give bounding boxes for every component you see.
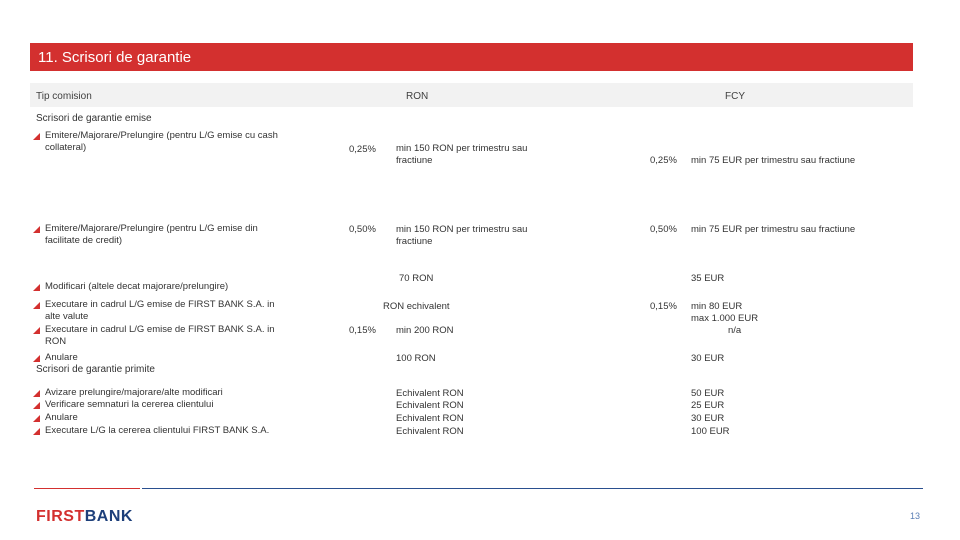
bullet-icon	[33, 415, 40, 422]
fcy-maximum: max 1.000 EUR	[691, 313, 759, 324]
bullet-icon	[33, 284, 40, 291]
row-label: Emitere/Majorare/Prelungire (pentru L/G …	[45, 223, 258, 247]
logo-first: FIRST	[36, 508, 85, 525]
fcy-value: 100 EUR	[691, 426, 730, 437]
bullet-icon	[33, 390, 40, 397]
ron-value: Echivalent RON	[396, 400, 464, 411]
ron-minimum: min 200 RON	[396, 325, 454, 336]
header-ron: RON	[406, 91, 429, 102]
row-label: Executare in cadrul L/G emise de FIRST B…	[45, 299, 275, 323]
footer-divider-blue	[142, 488, 923, 489]
header-tip-comision: Tip comision	[36, 91, 92, 102]
row-label: Avizare prelungire/majorare/alte modific…	[45, 387, 223, 398]
fcy-minimum: min 75 EUR per trimestru sau fractiune	[691, 224, 856, 235]
fcy-minimum: min 80 EUR	[691, 301, 743, 312]
fcy-percent: 0,15%	[650, 301, 677, 312]
page-number: 13	[910, 511, 921, 521]
ron-value: 100 RON	[396, 353, 436, 364]
row-label: Executare L/G la cererea clientului FIRS…	[45, 425, 270, 436]
fcy-value: 25 EUR	[691, 400, 725, 411]
logo-bank: BANK	[84, 508, 133, 525]
section-emise: Scrisori de garantie emise	[36, 113, 152, 124]
bullet-icon	[33, 302, 40, 309]
bullet-icon	[33, 355, 40, 362]
section-primite: Scrisori de garantie primite	[36, 364, 155, 375]
bullet-icon	[33, 133, 40, 140]
row-label: Anulare	[45, 412, 78, 423]
row-label: Executare in cadrul L/G emise de FIRST B…	[45, 324, 275, 348]
firstbank-logo: FIRSTBANK	[36, 508, 133, 526]
fcy-value: 30 EUR	[691, 413, 725, 424]
ron-minimum: min 150 RON per trimestru sau fractiune	[396, 143, 528, 167]
fcy-percent: 0,50%	[650, 224, 677, 235]
ron-percent: 0,15%	[349, 325, 376, 336]
fcy-value: n/a	[728, 325, 742, 336]
fcy-value: 30 EUR	[691, 353, 725, 364]
bullet-icon	[33, 428, 40, 435]
fcy-percent: 0,25%	[650, 155, 677, 166]
footer-divider-red	[34, 488, 140, 489]
ron-value: 70 RON	[399, 273, 434, 284]
bullet-icon	[33, 327, 40, 334]
ron-value: Echivalent RON	[396, 413, 464, 424]
ron-value: Echivalent RON	[396, 388, 464, 399]
ron-percent: 0,50%	[349, 224, 376, 235]
bullet-icon	[33, 226, 40, 233]
ron-minimum: min 150 RON per trimestru sau fractiune	[396, 224, 528, 248]
header-fcy: FCY	[725, 91, 745, 102]
row-label: Anulare	[45, 352, 78, 363]
row-label: Emitere/Majorare/Prelungire (pentru L/G …	[45, 130, 278, 154]
ron-value: Echivalent RON	[396, 426, 464, 437]
ron-percent: 0,25%	[349, 144, 376, 155]
page-title: 11. Scrisori de garantie	[38, 49, 192, 66]
fcy-value: 50 EUR	[691, 388, 725, 399]
bullet-icon	[33, 402, 40, 409]
ron-value: RON echivalent	[383, 301, 450, 312]
table-header	[30, 83, 913, 107]
fcy-minimum: min 75 EUR per trimestru sau fractiune	[691, 155, 856, 166]
row-label: Verificare semnaturi la cererea clientul…	[45, 399, 214, 410]
row-label: Modificari (altele decat majorare/prelun…	[45, 281, 229, 292]
fcy-value: 35 EUR	[691, 273, 725, 284]
